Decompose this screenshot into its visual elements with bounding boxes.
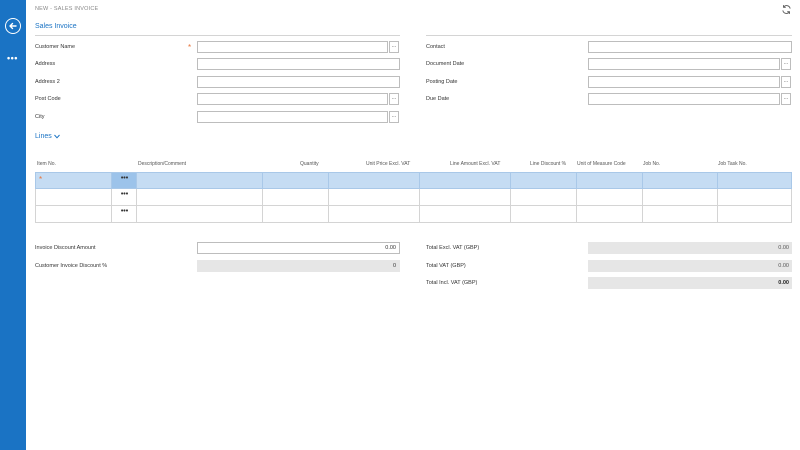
invoice-discount-amount-label: Invoice Discount Amount	[35, 245, 96, 251]
unit-price-cell[interactable]	[329, 206, 420, 222]
total-excl-vat-label: Total Excl. VAT (GBP)	[426, 245, 480, 251]
unit-of-measure-cell[interactable]	[577, 173, 643, 188]
chevron-down-icon	[53, 134, 60, 139]
job-no-cell[interactable]	[643, 189, 718, 205]
due-date-picker-button[interactable]: ...	[781, 93, 791, 105]
customer-invoice-discount-field	[197, 260, 400, 272]
divider	[35, 35, 400, 36]
unit-of-measure-cell[interactable]	[577, 206, 643, 222]
back-button[interactable]	[5, 18, 21, 34]
contact-field[interactable]	[588, 41, 792, 53]
description-cell[interactable]	[137, 173, 263, 188]
app-sidebar: •••	[0, 0, 26, 450]
column-header-description[interactable]: Description/Comment	[138, 161, 186, 167]
item-no-cell[interactable]	[36, 206, 112, 222]
document-date-label: Document Date	[426, 61, 465, 67]
column-header-unit-price[interactable]: Unit Price Excl. VAT	[366, 161, 410, 167]
job-no-cell[interactable]	[643, 206, 718, 222]
lines-title: Lines	[35, 133, 52, 140]
invoice-discount-amount-field[interactable]	[197, 242, 400, 254]
city-field[interactable]	[197, 111, 388, 123]
item-no-cell[interactable]	[36, 189, 112, 205]
column-header-line-amount[interactable]: Line Amount Excl. VAT	[450, 161, 500, 167]
customer-invoice-discount-label: Customer Invoice Discount %	[35, 263, 108, 269]
table-row[interactable]: •••	[35, 189, 792, 206]
posting-date-picker-button[interactable]: ...	[781, 76, 791, 88]
post-code-lookup-button[interactable]: ...	[389, 93, 399, 105]
item-no-cell[interactable]	[36, 173, 112, 188]
customer-name-field[interactable]	[197, 41, 388, 53]
line-discount-cell[interactable]	[511, 206, 577, 222]
document-date-picker-button[interactable]: ...	[781, 58, 791, 70]
city-label: City	[35, 114, 45, 120]
cell-divider	[112, 206, 137, 222]
column-header-quantity[interactable]: Quantity	[300, 161, 319, 167]
column-header-item-no[interactable]: Item No.	[37, 161, 56, 167]
cell-divider	[112, 173, 137, 188]
column-header-unit-of-measure[interactable]: Unit of Measure Code	[577, 161, 626, 167]
due-date-field[interactable]	[588, 93, 780, 105]
customer-name-label: Customer Name	[35, 44, 76, 50]
more-dots-icon[interactable]: •••	[7, 54, 18, 63]
line-discount-cell[interactable]	[511, 173, 577, 188]
city-lookup-button[interactable]: ...	[389, 111, 399, 123]
quantity-cell[interactable]	[263, 173, 329, 188]
required-indicator: *	[188, 43, 192, 52]
description-cell[interactable]	[137, 189, 263, 205]
line-amount-cell[interactable]	[420, 206, 511, 222]
post-code-field[interactable]	[197, 93, 388, 105]
due-date-label: Due Date	[426, 96, 450, 102]
job-no-cell[interactable]	[643, 173, 718, 188]
line-discount-cell[interactable]	[511, 189, 577, 205]
total-incl-vat-label: Total Incl. VAT (GBP)	[426, 280, 478, 286]
column-header-job-task-no[interactable]: Job Task No.	[718, 161, 747, 167]
description-cell[interactable]	[137, 206, 263, 222]
posting-date-field[interactable]	[588, 76, 780, 88]
line-amount-cell[interactable]	[420, 189, 511, 205]
unit-of-measure-cell[interactable]	[577, 189, 643, 205]
total-vat-value: 0.00	[588, 260, 792, 272]
address-label: Address	[35, 61, 56, 67]
post-code-label: Post Code	[35, 96, 61, 102]
unit-price-cell[interactable]	[329, 189, 420, 205]
column-header-line-discount[interactable]: Line Discount %	[530, 161, 566, 167]
section-title: Sales Invoice	[35, 23, 77, 30]
address2-label: Address 2	[35, 79, 60, 85]
contact-label: Contact	[426, 44, 445, 50]
total-incl-vat-value: 0.00	[588, 277, 792, 289]
total-vat-label: Total VAT (GBP)	[426, 263, 466, 269]
address-field[interactable]	[197, 58, 400, 70]
address2-field[interactable]	[197, 76, 400, 88]
total-excl-vat-value: 0.00	[588, 242, 792, 254]
column-header-job-no[interactable]: Job No.	[643, 161, 660, 167]
unit-price-cell[interactable]	[329, 173, 420, 188]
cell-divider	[112, 189, 137, 205]
lines-section-toggle[interactable]: Lines	[35, 133, 60, 140]
quantity-cell[interactable]	[263, 206, 329, 222]
table-row[interactable]: * •••	[35, 172, 792, 189]
line-amount-cell[interactable]	[420, 173, 511, 188]
customer-name-lookup-button[interactable]: ...	[389, 41, 399, 53]
divider	[426, 35, 792, 36]
back-arrow-icon	[9, 22, 17, 30]
posting-date-label: Posting Date	[426, 79, 458, 85]
table-row[interactable]: •••	[35, 206, 792, 223]
document-date-field[interactable]	[588, 58, 780, 70]
refresh-icon[interactable]	[781, 4, 792, 15]
breadcrumb: NEW - SALES INVOICE	[35, 6, 99, 12]
quantity-cell[interactable]	[263, 189, 329, 205]
